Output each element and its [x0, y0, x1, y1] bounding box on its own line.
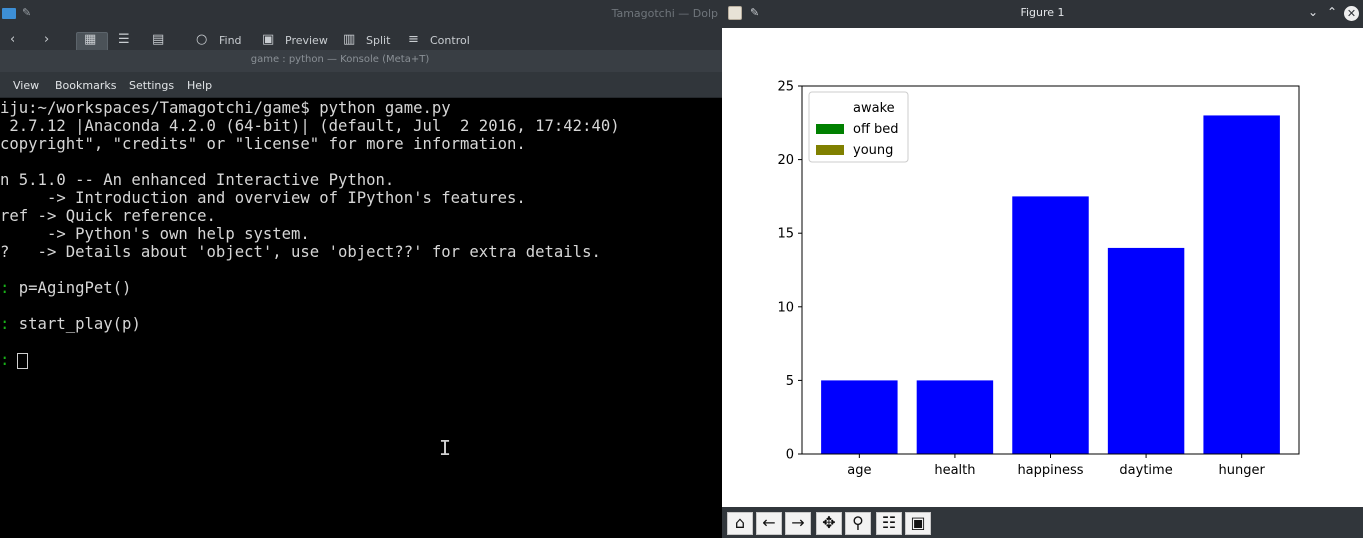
figure-toolbar: ⌂ ← → ✥ ⚲ ☷ ▣ [722, 507, 1363, 538]
terminal-line: ref -> Quick reference. [0, 207, 216, 225]
control-button[interactable]: Control [430, 34, 470, 47]
search-icon[interactable]: ○ [196, 32, 207, 47]
back-arrow-icon[interactable]: ← [756, 512, 782, 535]
legend-swatch [816, 124, 844, 134]
legend-label: young [853, 143, 893, 158]
prompt-marker: : [0, 351, 10, 369]
terminal-line: 2.7.12 |Anaconda 4.2.0 (64-bit)| (defaul… [0, 117, 620, 135]
forward-arrow-icon[interactable]: → [785, 512, 811, 535]
menu-settings[interactable]: Settings [129, 79, 174, 92]
figure-window-title: Figure 1 [1020, 6, 1065, 19]
bar-happiness [1012, 196, 1089, 454]
figure-window: ✎ Figure 1 ⌄ ⌃ ✕ 0 5 10 15 20 25 age health hap… [722, 0, 1363, 538]
terminal-line: n 5.1.0 -- An enhanced Interactive Pytho… [0, 171, 395, 189]
prompt-command: start_play(p) [18, 315, 141, 333]
dolphin-titlebar: ✎ Tamagotchi — Dolp [0, 0, 722, 28]
bar-hunger [1203, 115, 1280, 454]
split-button[interactable]: Split [366, 34, 390, 47]
details-view-icon[interactable]: ▤ [152, 32, 164, 47]
y-tick-label: 10 [777, 300, 794, 315]
terminal-line: copyright", "credits" or "license" for m… [0, 135, 526, 153]
zoom-icon[interactable]: ⚲ [845, 512, 871, 535]
prompt-line: : start_play(p) [0, 315, 141, 333]
figure-titlebar: ✎ Figure 1 ⌄ ⌃ ✕ [722, 0, 1363, 28]
chevron-right-icon[interactable]: › [44, 32, 49, 47]
find-button[interactable]: Find [219, 34, 242, 47]
bar-chart: 0 5 10 15 20 25 age health happiness daytime hung… [777, 80, 1300, 478]
dolphin-window-title: Tamagotchi — Dolp [611, 7, 718, 20]
menu-bookmarks[interactable]: Bookmarks [55, 79, 116, 92]
split-icon: ▥ [343, 32, 356, 47]
legend-swatch [816, 145, 844, 155]
pan-icon[interactable]: ✥ [816, 512, 842, 535]
konsole-titlebar: game : python — Konsole (Meta+T) [0, 50, 722, 72]
prompt-line: : p=AgingPet() [0, 279, 131, 297]
terminal-output[interactable]: iju:~/workspaces/Tamagotchi/game$ python… [0, 98, 722, 538]
x-tick-label: hunger [1218, 463, 1265, 478]
icons-view-icon: ▦ [84, 32, 97, 47]
plot-area: 0 5 10 15 20 25 age health happiness daytime hung… [722, 28, 1363, 507]
legend-label: off bed [853, 122, 899, 137]
terminal-line: iju:~/workspaces/Tamagotchi/game$ python… [0, 99, 451, 117]
terminal-line: ? -> Details about 'object', use 'object… [0, 243, 601, 261]
preview-button[interactable]: Preview [285, 34, 328, 47]
configure-subplots-icon[interactable]: ☷ [876, 512, 902, 535]
prompt-line: : [0, 351, 9, 369]
prompt-command: p=AgingPet() [18, 279, 132, 297]
bar-daytime [1107, 247, 1185, 454]
home-icon[interactable]: ⌂ [727, 512, 753, 535]
prompt-marker: : [0, 279, 10, 297]
x-tick-label: daytime [1119, 463, 1172, 478]
dolphin-toolbar: ‹ › ▦ ☰ ▤ ○ Find ▣ Preview ▥ Split ≡ Con… [0, 28, 722, 50]
close-icon[interactable]: ✕ [1344, 6, 1359, 21]
compact-view-icon[interactable]: ☰ [118, 32, 130, 47]
terminal-line: -> Introduction and overview of IPython'… [0, 189, 526, 207]
preview-icon: ▣ [262, 32, 275, 47]
konsole-menubar: View Bookmarks Settings Help [0, 72, 722, 98]
legend-swatch [816, 103, 844, 113]
x-tick-label: health [934, 463, 975, 478]
text-cursor [17, 353, 28, 369]
konsole-window-title: game : python — Konsole (Meta+T) [250, 54, 430, 65]
konsole-window: ✎ Tamagotchi — Dolp ‹ › ▦ ☰ ▤ ○ Find ▣ P… [0, 0, 722, 538]
menu-icon: ≡ [408, 32, 419, 47]
bar-age [821, 380, 898, 454]
save-icon[interactable]: ▣ [905, 512, 931, 535]
y-tick-label: 0 [786, 448, 794, 463]
y-tick-label: 20 [777, 153, 794, 168]
menu-help[interactable]: Help [187, 79, 212, 92]
prompt-marker: : [0, 315, 10, 333]
terminal-line: -> Python's own help system. [0, 225, 310, 243]
maximize-icon[interactable]: ⌃ [1327, 5, 1337, 19]
chevron-left-icon[interactable]: ‹ [10, 32, 15, 47]
menu-view[interactable]: View [13, 79, 39, 92]
x-tick-label: age [847, 463, 871, 478]
minimize-icon[interactable]: ⌄ [1308, 5, 1318, 19]
bar-health [916, 380, 994, 454]
y-tick-label: 15 [777, 227, 794, 242]
mail-icon [2, 8, 16, 19]
y-tick-label: 5 [786, 374, 794, 389]
legend-label: awake [853, 101, 895, 116]
y-tick-label: 25 [777, 80, 794, 95]
pin-icon[interactable]: ✎ [22, 6, 31, 19]
x-tick-label: happiness [1017, 463, 1083, 478]
ibeam-cursor-icon: I [439, 436, 452, 460]
